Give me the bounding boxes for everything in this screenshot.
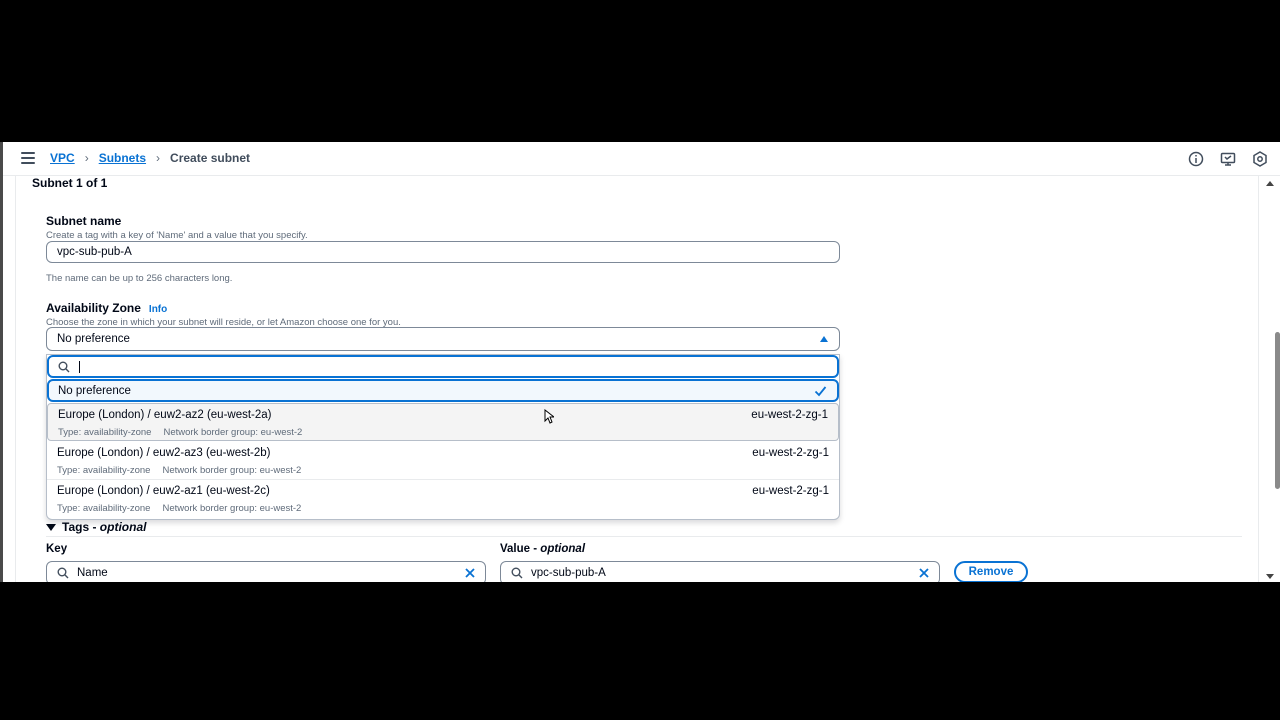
option-label: Europe (London) / euw2-az3 (eu-west-2b) xyxy=(57,447,271,459)
tag-value-value: vpc-sub-pub-A xyxy=(531,567,606,579)
availability-zone-select[interactable]: No preference xyxy=(46,327,840,351)
tag-key-value: Name xyxy=(77,567,108,579)
page-scrollbar[interactable] xyxy=(1260,176,1280,582)
breadcrumb-current: Create subnet xyxy=(170,151,251,165)
option-zone-group: eu-west-2-zg-1 xyxy=(751,409,828,421)
subnet-name-description: Create a tag with a key of 'Name' and a … xyxy=(46,230,308,241)
option-eu-west-2a[interactable]: Europe (London) / euw2-az2 (eu-west-2a) … xyxy=(47,403,839,441)
caret-up-icon xyxy=(820,336,828,342)
info-icon[interactable] xyxy=(1188,151,1204,167)
subnet-name-input[interactable]: vpc-sub-pub-A xyxy=(46,241,840,263)
option-zone-group: eu-west-2-zg-1 xyxy=(752,447,829,459)
app-window: VPC › Subnets › Create subnet Subnet 1 o… xyxy=(0,142,1280,582)
tag-key-label: Key xyxy=(46,543,68,555)
scroll-up-arrow-icon[interactable] xyxy=(1266,181,1274,186)
notifications-icon[interactable] xyxy=(1220,151,1236,167)
chevron-right-icon: › xyxy=(156,151,161,165)
divider xyxy=(46,536,1242,537)
tag-value-label-suffix: optional xyxy=(540,543,586,555)
option-border-group: Network border group: eu-west-2 xyxy=(162,465,302,476)
subnet-name-hint: The name can be up to 256 characters lon… xyxy=(46,273,233,284)
tags-expander[interactable]: Tags - optional xyxy=(46,520,146,534)
tag-key-input[interactable]: Name xyxy=(46,561,486,582)
section-title: Subnet 1 of 1 xyxy=(32,176,108,190)
tag-value-label: Value - optional xyxy=(500,543,586,555)
close-icon[interactable] xyxy=(918,567,930,579)
tags-header-suffix: optional xyxy=(99,520,147,534)
breadcrumb-vpc[interactable]: VPC xyxy=(50,151,75,165)
dropdown-search[interactable] xyxy=(47,355,839,378)
option-type: Type: availability-zone xyxy=(57,465,151,476)
option-border-group: Network border group: eu-west-2 xyxy=(163,427,303,438)
availability-zone-label: Availability Zone Info xyxy=(46,301,167,315)
option-no-preference[interactable]: No preference xyxy=(47,379,839,402)
close-icon[interactable] xyxy=(464,567,476,579)
tag-value-input[interactable]: vpc-sub-pub-A xyxy=(500,561,940,582)
option-label: Europe (London) / euw2-az1 (eu-west-2c) xyxy=(57,485,270,497)
breadcrumb: VPC › Subnets › Create subnet xyxy=(50,151,250,165)
option-type: Type: availability-zone xyxy=(58,427,152,438)
option-meta: Type: availability-zone Network border gr… xyxy=(58,427,302,438)
option-label: Europe (London) / euw2-az2 (eu-west-2a) xyxy=(58,409,272,421)
mouse-pointer-icon xyxy=(544,409,554,424)
chevron-right-icon: › xyxy=(84,151,89,165)
check-icon xyxy=(814,386,827,397)
tags-header-text: Tags xyxy=(62,520,90,534)
subnet-name-label: Subnet name xyxy=(46,214,122,228)
availability-zone-dropdown: No preference Europe (London) / euw2-az2… xyxy=(46,354,840,520)
option-border-group: Network border group: eu-west-2 xyxy=(162,503,302,514)
option-meta: Type: availability-zone Network border gr… xyxy=(57,465,301,476)
option-label: No preference xyxy=(58,385,131,397)
main-content: Subnet 1 of 1 Subnet name Create a tag w… xyxy=(15,176,1259,582)
menu-icon[interactable] xyxy=(21,152,35,164)
search-icon xyxy=(57,567,69,579)
option-eu-west-2c[interactable]: Europe (London) / euw2-az1 (eu-west-2c) … xyxy=(47,480,839,518)
breadcrumb-subnets[interactable]: Subnets xyxy=(99,151,146,165)
option-eu-west-2b[interactable]: Europe (London) / euw2-az3 (eu-west-2b) … xyxy=(47,442,839,480)
select-value: No preference xyxy=(57,333,130,345)
settings-icon[interactable] xyxy=(1252,151,1268,167)
option-zone-group: eu-west-2-zg-1 xyxy=(752,485,829,497)
remove-tag-button[interactable]: Remove xyxy=(954,561,1028,582)
left-edge-strip xyxy=(0,142,3,582)
option-type: Type: availability-zone xyxy=(57,503,151,514)
tag-value-label-text: Value xyxy=(500,543,531,555)
availability-zone-label-text: Availability Zone xyxy=(46,301,141,315)
search-icon xyxy=(511,567,523,579)
caret-down-icon xyxy=(46,523,56,531)
option-meta: Type: availability-zone Network border gr… xyxy=(57,503,301,514)
top-icons xyxy=(1188,151,1268,167)
top-navigation-bar: VPC › Subnets › Create subnet xyxy=(3,142,1280,176)
dropdown-search-input[interactable] xyxy=(79,359,819,375)
scroll-down-arrow-icon[interactable] xyxy=(1266,574,1274,579)
info-link[interactable]: Info xyxy=(149,304,167,315)
search-icon xyxy=(58,361,70,373)
scrollbar-thumb[interactable] xyxy=(1275,332,1280,489)
